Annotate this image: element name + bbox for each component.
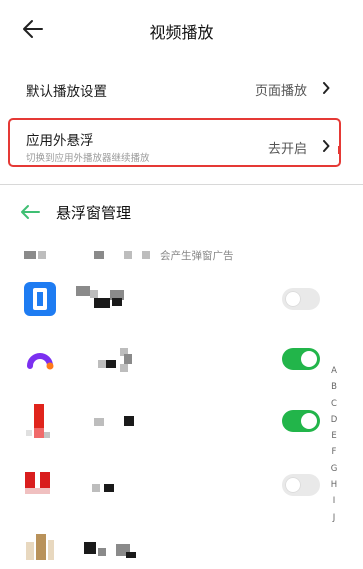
app-name-redacted [76,286,196,312]
index-letter[interactable]: E [327,428,341,444]
toggle-knob [285,477,301,493]
app-row [0,402,363,442]
floating-subtitle: 切换到应用外播放器继续播放 [26,153,150,164]
index-letter[interactable]: G [327,461,341,477]
app-row [0,528,363,568]
index-letter[interactable]: H [327,477,341,493]
redacted-block [38,251,46,259]
index-letter[interactable]: C [327,396,341,412]
floating-value: 去开启 [267,142,307,157]
toggle-switch[interactable] [282,474,320,496]
toggle-knob [285,291,301,307]
app-name-redacted [76,346,196,372]
index-letter[interactable]: B [327,379,341,395]
app-name-redacted [76,534,196,560]
app-name-redacted [76,472,196,498]
hint-row: 会产生弹窗广告 [24,248,324,262]
back-arrow-icon[interactable] [20,204,40,220]
app-icon-purple-arc [27,353,54,370]
hint-text: 会产生弹窗广告 [160,250,234,262]
index-letter[interactable]: D [327,412,341,428]
video-playback-settings: 视频播放 默认播放设置 页面播放 应用外悬浮 切换到应用外播放器继续播放 去开启 [0,0,363,184]
chevron-right-icon [323,140,330,152]
index-letter[interactable]: I [327,493,341,509]
redacted-block [142,251,150,259]
alphabet-index[interactable]: A B C D E F G H I J [327,363,341,526]
app-row [0,280,363,320]
app-icon-beige [26,534,54,560]
manager-title: 悬浮窗管理 [56,204,132,222]
app-icon-red-pair [25,472,50,494]
floating-title: 应用外悬浮 [26,133,94,149]
app-icon-red [26,404,50,438]
toggle-knob [301,351,317,367]
redacted-block [94,251,104,259]
chevron-right-icon [323,82,330,94]
toggle-switch[interactable] [282,288,320,310]
floating-window-manager: 悬浮窗管理 会产生弹窗广告 A B C D E F G H I J [0,188,363,569]
app-row [0,340,363,380]
app-name-redacted [76,408,196,434]
floating-setting-row[interactable]: 应用外悬浮 切换到应用外播放器继续播放 去开启 [0,118,363,170]
app-icon-blue [24,282,56,316]
toggle-switch[interactable] [282,348,320,370]
index-letter[interactable]: F [327,444,341,460]
default-play-setting-row[interactable]: 默认播放设置 页面播放 [0,76,363,102]
redacted-block [124,251,132,259]
redacted-block [24,251,36,259]
toggle-switch[interactable] [282,410,320,432]
highlight-tick [338,146,340,154]
index-letter[interactable]: J [327,510,341,526]
default-play-value: 页面播放 [254,84,307,99]
default-play-label: 默认播放设置 [26,84,107,100]
section-divider [0,184,363,185]
index-letter[interactable]: A [327,363,341,379]
app-row [0,466,363,506]
toggle-knob [301,413,317,429]
page-title: 视频播放 [149,23,214,42]
